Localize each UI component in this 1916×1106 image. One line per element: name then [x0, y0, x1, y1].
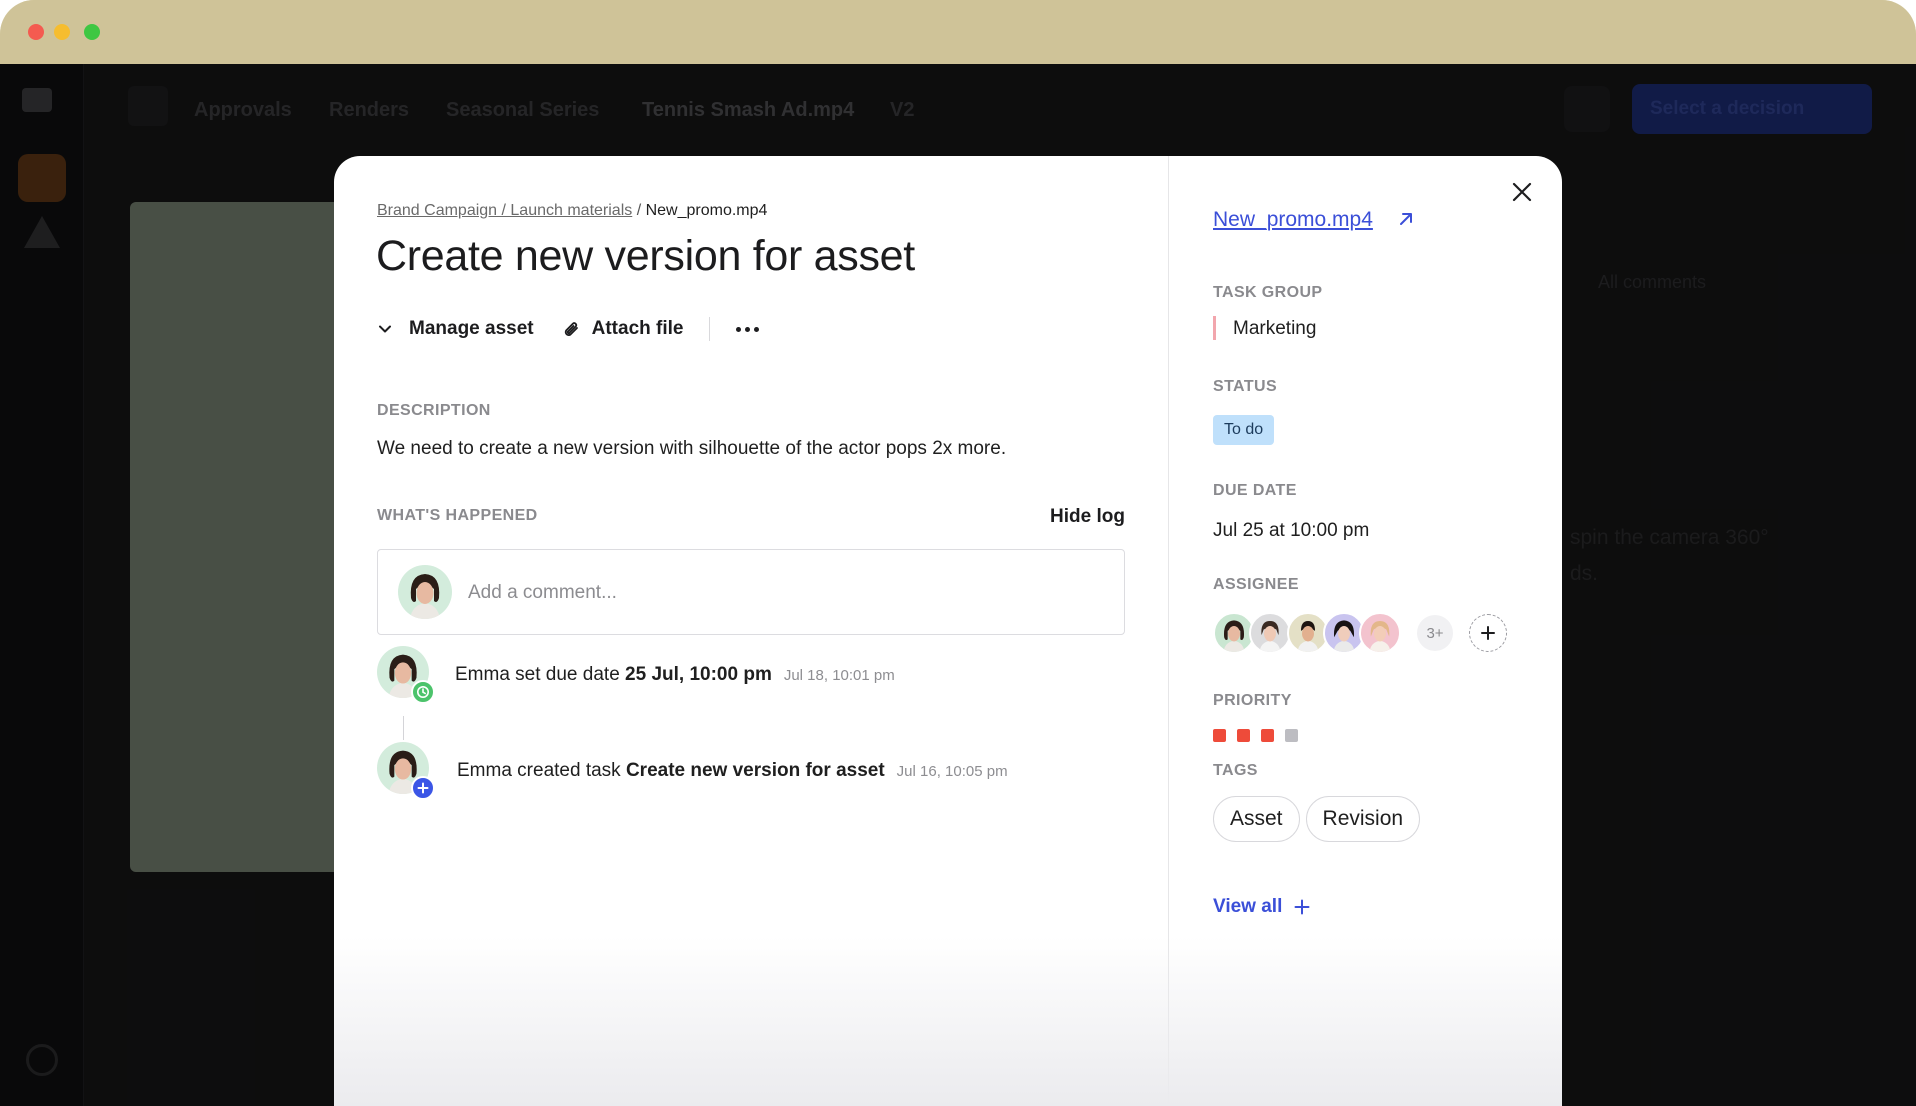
tags-label: TAGS: [1213, 762, 1258, 779]
task-group-label: TASK GROUP: [1213, 284, 1323, 301]
log-text: Emma created task Create new version for…: [457, 760, 1008, 782]
close-window-button[interactable]: [28, 24, 44, 40]
breadcrumb-parent-link[interactable]: Brand Campaign / Launch materials: [377, 202, 632, 219]
breadcrumb: Brand Campaign / Launch materials / New_…: [377, 202, 767, 220]
plus-icon: [1481, 626, 1495, 640]
due-date-value[interactable]: Jul 25 at 10:00 pm: [1213, 520, 1369, 542]
page-title: Create new version for asset: [376, 232, 915, 280]
log-detail: Create new version for asset: [625, 760, 885, 781]
status-label: STATUS: [1213, 378, 1278, 395]
assignee-list: 3+: [1213, 612, 1513, 654]
log-timestamp: Jul 18, 10:01 pm: [783, 667, 895, 684]
more-assignees-badge[interactable]: 3+: [1417, 615, 1453, 651]
comment-box[interactable]: [377, 549, 1125, 635]
attach-file-label: Attach file: [591, 318, 684, 339]
task-group-value[interactable]: Marketing: [1233, 318, 1316, 340]
log-label: WHAT'S HAPPENED: [377, 507, 538, 524]
view-all-label: View all: [1213, 896, 1283, 917]
log-prefix: Emma created task: [457, 760, 626, 781]
priority-square-on: [1261, 729, 1274, 742]
view-all-tags-button[interactable]: View all: [1213, 896, 1310, 918]
log-timestamp: Jul 16, 10:05 pm: [896, 763, 1008, 780]
comment-input[interactable]: [468, 578, 1068, 608]
more-options-icon[interactable]: [736, 326, 760, 332]
breadcrumb-current: New_promo.mp4: [645, 202, 768, 219]
log-detail: 25 Jul, 10:00 pm: [625, 664, 772, 685]
manage-asset-label: Manage asset: [409, 318, 534, 339]
actions-divider: [709, 317, 711, 341]
task-actions: Manage asset Attach file: [377, 312, 760, 346]
current-user-avatar: [398, 565, 452, 619]
log-entry: Emma set due date 25 Jul, 10:00 pm Jul 18…: [377, 646, 1137, 706]
priority-square-on: [1213, 729, 1226, 742]
priority-label: PRIORITY: [1213, 692, 1292, 709]
window-frame: Approvals Renders Seasonal Series Tennis…: [0, 0, 1916, 1106]
priority-square-on: [1237, 729, 1250, 742]
status-badge[interactable]: To do: [1213, 415, 1275, 445]
tag-list: Asset Revision: [1213, 796, 1426, 842]
task-main-panel: Brand Campaign / Launch materials / New_…: [334, 156, 1168, 1106]
task-modal: Brand Campaign / Launch materials / New_…: [334, 156, 1562, 1106]
hide-log-button[interactable]: Hide log: [1050, 506, 1125, 528]
window-titlebar: [0, 0, 1916, 64]
external-link-icon[interactable]: [1397, 210, 1415, 228]
plus-icon: [1294, 899, 1310, 915]
avatar[interactable]: [1359, 612, 1401, 654]
file-link[interactable]: New_promo.mp4: [1213, 208, 1373, 232]
priority-square-off: [1285, 729, 1298, 742]
add-assignee-button[interactable]: [1469, 614, 1507, 652]
task-details-panel: New_promo.mp4 TASK GROUP Marketing STATU…: [1168, 156, 1562, 1106]
priority-indicator[interactable]: [1213, 729, 1309, 742]
tag-asset[interactable]: Asset: [1213, 796, 1300, 842]
chevron-down-icon: [379, 325, 391, 333]
avatar[interactable]: [1249, 612, 1291, 654]
description-label: DESCRIPTION: [377, 402, 491, 419]
task-group-marker: [1213, 316, 1216, 340]
log-prefix: Emma set due date: [455, 664, 626, 685]
tag-revision[interactable]: Revision: [1305, 796, 1421, 842]
manage-asset-button[interactable]: Manage asset: [377, 318, 534, 340]
log-text: Emma set due date 25 Jul, 10:00 pm Jul 18…: [455, 664, 895, 686]
minimize-window-button[interactable]: [54, 24, 70, 40]
paperclip-icon: [564, 322, 578, 336]
assignee-label: ASSIGNEE: [1213, 576, 1299, 593]
due-date-label: DUE DATE: [1213, 482, 1297, 499]
description-text[interactable]: We need to create a new version with sil…: [377, 438, 1006, 460]
close-icon[interactable]: [1506, 176, 1538, 208]
log-connector: [403, 716, 404, 740]
zoom-window-button[interactable]: [84, 24, 100, 40]
attach-file-button[interactable]: Attach file: [562, 318, 684, 340]
plus-icon: [411, 776, 435, 800]
breadcrumb-separator: /: [632, 202, 646, 219]
clock-icon: [411, 680, 435, 704]
log-entry: Emma created task Create new version for…: [377, 742, 1137, 802]
